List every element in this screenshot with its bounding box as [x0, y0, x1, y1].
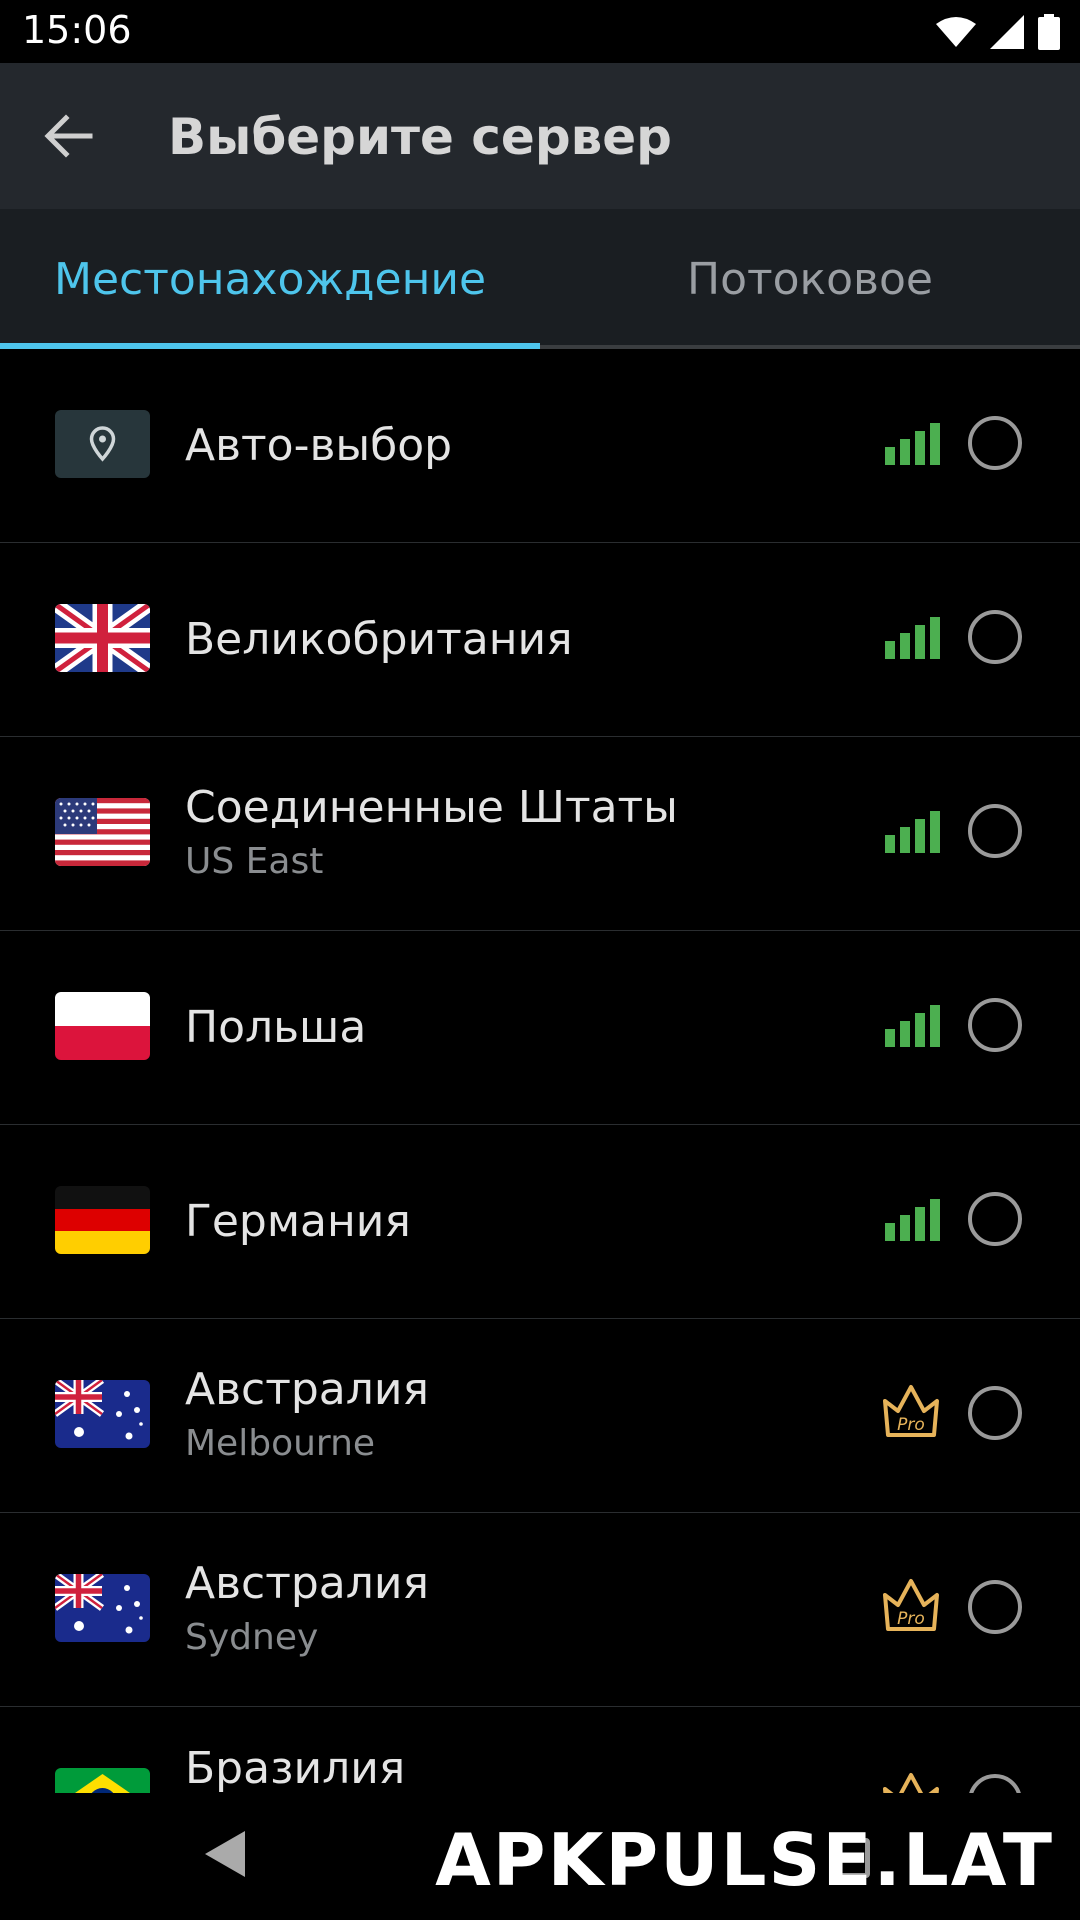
pro-label: Pro — [897, 1415, 925, 1435]
signal-strength-icon — [885, 1199, 940, 1241]
app-bar: Выберите сервер — [0, 63, 1080, 209]
tab-bar: Местонахождение Потоковое — [0, 209, 1080, 349]
cell-signal-icon — [990, 15, 1024, 49]
tab-streaming[interactable]: Потоковое — [540, 209, 1080, 349]
server-country: Польша — [185, 1001, 367, 1053]
server-row-australia-melbourne[interactable]: Австралия Melbourne Pro — [0, 1319, 1080, 1513]
brazil-flag-icon — [55, 1768, 150, 1793]
pro-crown-icon — [883, 1773, 939, 1793]
server-country: Соединенные Штаты — [185, 781, 678, 833]
pro-crown-icon: Pro — [883, 1385, 939, 1437]
signal-strength-icon — [885, 423, 940, 465]
tab-location[interactable]: Местонахождение — [0, 209, 540, 349]
server-country: Австралия — [185, 1363, 429, 1415]
server-list: Авто-выбор Великобритания Соединенные Шт… — [0, 349, 1080, 1793]
server-radio[interactable] — [968, 998, 1022, 1052]
server-country: Австралия — [185, 1557, 429, 1609]
server-row-uk[interactable]: Великобритания — [0, 543, 1080, 737]
watermark-text: APKPULSE.LAT — [435, 1818, 1054, 1902]
server-row-poland[interactable]: Польша — [0, 931, 1080, 1125]
server-row-auto[interactable]: Авто-выбор — [0, 349, 1080, 543]
uk-flag-icon — [55, 604, 150, 672]
server-radio[interactable] — [968, 1386, 1022, 1440]
australia-flag-icon — [55, 1380, 150, 1448]
server-radio[interactable] — [968, 1774, 1022, 1793]
server-row-us[interactable]: Соединенные Штаты US East — [0, 737, 1080, 931]
server-radio[interactable] — [968, 804, 1022, 858]
status-time: 15:06 — [22, 8, 132, 52]
server-country: Бразилия — [185, 1743, 406, 1793]
signal-strength-icon — [885, 811, 940, 853]
server-radio[interactable] — [968, 1192, 1022, 1246]
server-row-germany[interactable]: Германия — [0, 1125, 1080, 1319]
us-flag-icon — [55, 798, 150, 866]
battery-icon — [1038, 14, 1060, 50]
server-country: Авто-выбор — [185, 419, 453, 471]
server-row-brazil[interactable]: Бразилия — [0, 1707, 1080, 1793]
server-country: Великобритания — [185, 613, 573, 665]
status-bar: 15:06 — [0, 0, 1080, 63]
server-city: US East — [185, 840, 324, 882]
server-country: Германия — [185, 1195, 411, 1247]
signal-strength-icon — [885, 1005, 940, 1047]
server-city: Sydney — [185, 1616, 319, 1658]
server-radio[interactable] — [968, 1580, 1022, 1634]
page-title: Выберите сервер — [168, 108, 672, 166]
signal-strength-icon — [885, 617, 940, 659]
back-arrow-icon[interactable] — [40, 108, 96, 164]
wifi-icon — [936, 17, 976, 47]
poland-flag-icon — [55, 992, 150, 1060]
server-row-australia-sydney[interactable]: Австралия Sydney Pro — [0, 1513, 1080, 1707]
pro-label: Pro — [897, 1609, 925, 1629]
location-pin-icon — [55, 410, 150, 478]
server-radio[interactable] — [968, 416, 1022, 470]
pro-crown-icon: Pro — [883, 1579, 939, 1631]
germany-flag-icon — [55, 1186, 150, 1254]
status-icons — [936, 12, 1060, 52]
server-radio[interactable] — [968, 610, 1022, 664]
server-city: Melbourne — [185, 1422, 376, 1464]
australia-flag-icon — [55, 1574, 150, 1642]
nav-back-icon[interactable] — [205, 1831, 245, 1877]
